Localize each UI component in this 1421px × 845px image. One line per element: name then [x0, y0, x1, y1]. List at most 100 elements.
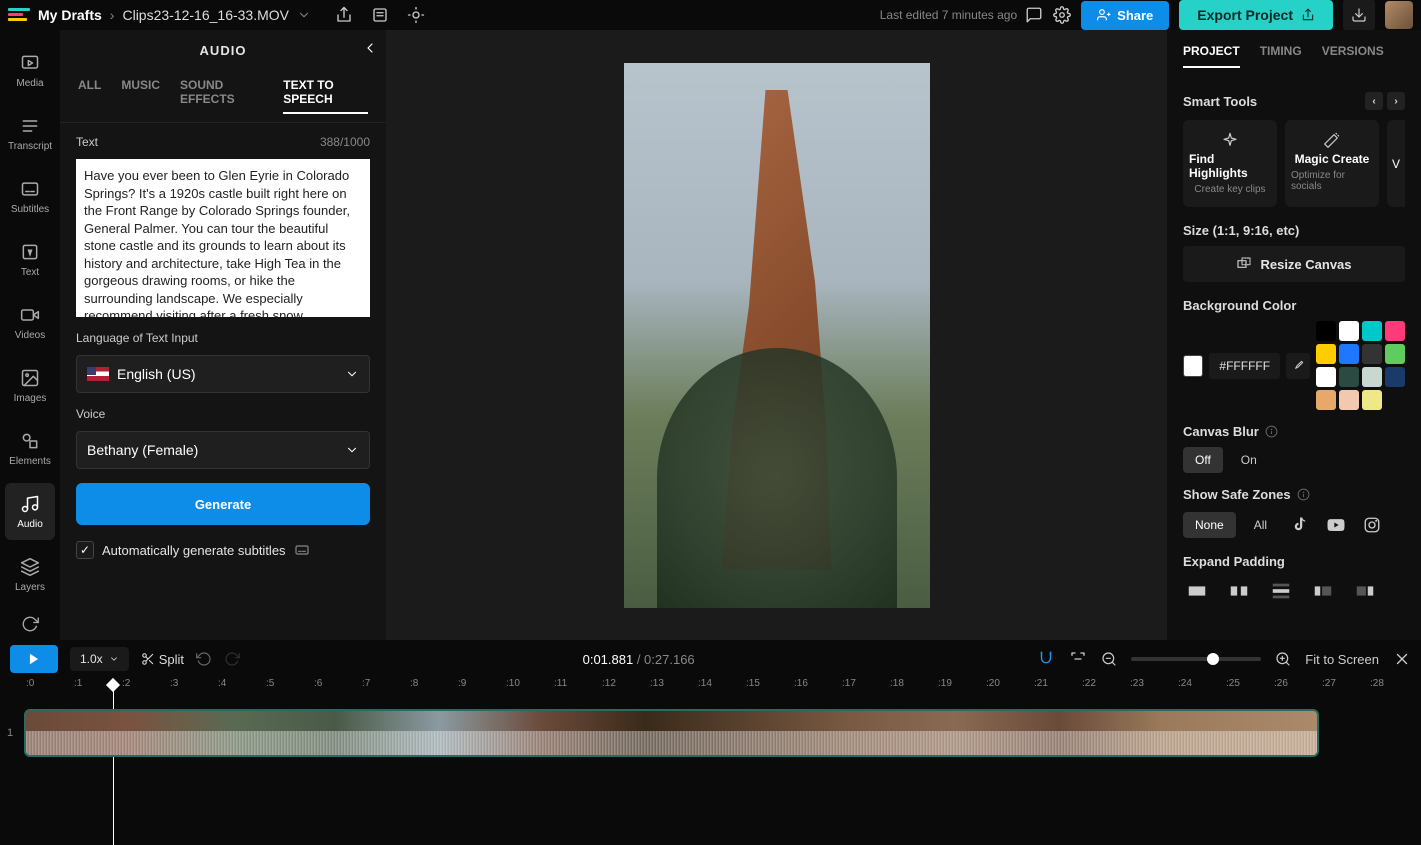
generate-button[interactable]: Generate	[76, 483, 370, 525]
timeline[interactable]: :0:1:2:3:4:5:6:7:8:9:10:11:12:13:14:15:1…	[0, 678, 1421, 845]
palette-color[interactable]	[1385, 344, 1405, 364]
magnet-icon[interactable]	[1037, 650, 1055, 668]
undo-icon[interactable]	[196, 651, 212, 667]
smart-prev-icon[interactable]: ‹	[1365, 92, 1383, 110]
rail-transcript[interactable]: Transcript	[5, 105, 55, 162]
redo-icon[interactable]	[224, 651, 240, 667]
rail-audio[interactable]: Audio	[5, 483, 55, 540]
preview-area[interactable]	[386, 30, 1167, 640]
snap-icon[interactable]	[1069, 650, 1087, 668]
blur-on-button[interactable]: On	[1229, 447, 1269, 473]
ruler-tick: :27	[1322, 678, 1370, 698]
auto-subtitles-checkbox[interactable]: ✓	[76, 541, 94, 559]
user-avatar[interactable]	[1385, 1, 1413, 29]
palette-color[interactable]	[1316, 321, 1336, 341]
breadcrumb-file[interactable]: Clips23-12-16_16-33.MOV	[122, 7, 289, 23]
blur-off-button[interactable]: Off	[1183, 447, 1223, 473]
zones-none-button[interactable]: None	[1183, 512, 1236, 538]
zoom-out-icon[interactable]	[1101, 651, 1117, 667]
rtab-versions[interactable]: VERSIONS	[1322, 44, 1384, 68]
palette-color[interactable]	[1316, 344, 1336, 364]
audio-panel: AUDIO ALL MUSIC SOUND EFFECTS TEXT TO SP…	[60, 30, 386, 640]
rail-videos[interactable]: Videos	[5, 294, 55, 351]
palette-color[interactable]	[1362, 390, 1382, 410]
share-button[interactable]: Share	[1081, 1, 1169, 30]
breadcrumb-project[interactable]: My Drafts	[38, 7, 102, 23]
palette-color[interactable]	[1339, 367, 1359, 387]
rail-text[interactable]: Text	[5, 231, 55, 288]
hex-input[interactable]: #FFFFFF	[1209, 353, 1280, 379]
resize-canvas-button[interactable]: Resize Canvas	[1183, 246, 1405, 282]
share-out-icon[interactable]	[335, 6, 353, 24]
tab-music[interactable]: MUSIC	[121, 78, 160, 114]
smart-card-magic[interactable]: Magic Create Optimize for socials	[1285, 120, 1379, 207]
palette-color[interactable]	[1362, 344, 1382, 364]
rtab-project[interactable]: PROJECT	[1183, 44, 1240, 68]
info-icon[interactable]	[1297, 488, 1310, 501]
zoom-slider[interactable]	[1131, 657, 1261, 661]
pad-right-icon[interactable]	[1351, 577, 1379, 605]
palette-color[interactable]	[1362, 367, 1382, 387]
smart-card-highlights[interactable]: Find Highlights Create key clips	[1183, 120, 1277, 207]
language-select[interactable]: English (US)	[76, 355, 370, 393]
timeline-track[interactable]: 1	[0, 704, 1421, 762]
info-icon[interactable]	[1265, 425, 1278, 438]
tab-sound-effects[interactable]: SOUND EFFECTS	[180, 78, 263, 114]
voice-select[interactable]: Bethany (Female)	[76, 431, 370, 469]
rail-more[interactable]	[5, 609, 55, 640]
scissors-icon	[141, 652, 155, 666]
auto-subtitles-row[interactable]: ✓ Automatically generate subtitles	[76, 541, 370, 559]
rail-subtitles[interactable]: Subtitles	[5, 168, 55, 225]
palette-color[interactable]	[1339, 344, 1359, 364]
split-button[interactable]: Split	[141, 652, 184, 667]
settings-icon[interactable]	[1053, 6, 1071, 24]
video-clip[interactable]	[24, 709, 1319, 757]
sparkle-icon[interactable]	[407, 6, 425, 24]
preview-canvas[interactable]	[624, 63, 930, 608]
breadcrumb[interactable]: My Drafts › Clips23-12-16_16-33.MOV	[38, 7, 311, 23]
palette-color[interactable]	[1316, 390, 1336, 410]
fit-to-screen-button[interactable]: Fit to Screen	[1305, 652, 1379, 667]
palette-color[interactable]	[1316, 367, 1336, 387]
rail-elements[interactable]: Elements	[5, 420, 55, 477]
ruler-tick: :24	[1178, 678, 1226, 698]
close-timeline-icon[interactable]	[1393, 650, 1411, 668]
palette-color[interactable]	[1385, 321, 1405, 341]
zoom-in-icon[interactable]	[1275, 651, 1291, 667]
youtube-icon[interactable]	[1321, 510, 1351, 540]
color-swatch[interactable]	[1183, 355, 1203, 377]
play-button[interactable]	[10, 645, 58, 673]
pad-left-icon[interactable]	[1309, 577, 1337, 605]
rail-images[interactable]: Images	[5, 357, 55, 414]
eyedropper-icon[interactable]	[1286, 353, 1310, 379]
app-logo[interactable]	[8, 8, 30, 22]
rail-layers[interactable]: Layers	[5, 546, 55, 603]
playhead[interactable]	[113, 678, 118, 690]
tab-all[interactable]: ALL	[78, 78, 101, 114]
pad-all-icon[interactable]	[1183, 577, 1211, 605]
export-button[interactable]: Export Project	[1179, 0, 1333, 30]
comments-icon[interactable]	[1025, 6, 1043, 24]
transcript-icon	[19, 115, 41, 137]
tab-text-to-speech[interactable]: TEXT TO SPEECH	[283, 78, 368, 114]
tts-text-input[interactable]	[76, 159, 370, 317]
rtab-timing[interactable]: TIMING	[1260, 44, 1302, 68]
palette-color[interactable]	[1385, 367, 1405, 387]
palette-color[interactable]	[1339, 321, 1359, 341]
rail-media[interactable]: Media	[5, 42, 55, 99]
pad-horiz-icon[interactable]	[1225, 577, 1253, 605]
palette-color[interactable]	[1362, 321, 1382, 341]
smart-card-partial[interactable]: V	[1387, 120, 1405, 207]
zones-all-button[interactable]: All	[1242, 512, 1279, 538]
pad-vert-icon[interactable]	[1267, 577, 1295, 605]
speed-select[interactable]: 1.0x	[70, 647, 129, 671]
chevron-down-icon[interactable]	[297, 8, 311, 22]
timeline-ruler[interactable]: :0:1:2:3:4:5:6:7:8:9:10:11:12:13:14:15:1…	[0, 678, 1421, 698]
notes-icon[interactable]	[371, 6, 389, 24]
download-button[interactable]	[1343, 0, 1375, 31]
instagram-icon[interactable]	[1357, 510, 1387, 540]
palette-color[interactable]	[1339, 390, 1359, 410]
tiktok-icon[interactable]	[1285, 510, 1315, 540]
collapse-panel-icon[interactable]	[362, 40, 378, 56]
smart-next-icon[interactable]: ›	[1387, 92, 1405, 110]
